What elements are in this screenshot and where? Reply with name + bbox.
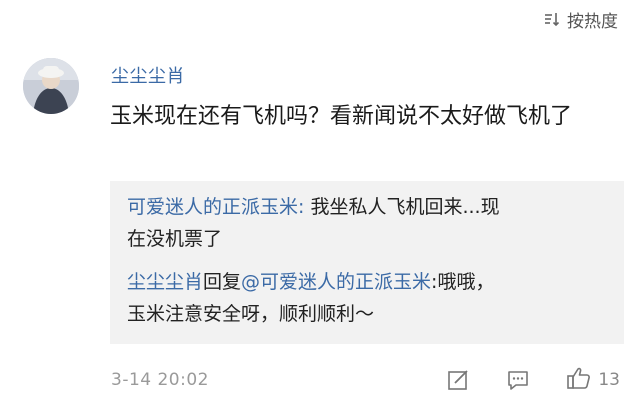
comment-username[interactable]: 尘尘尘肖 xyxy=(111,62,185,88)
reply-2-line-2: 玉米注意安全呀，顺利顺利～ xyxy=(127,298,612,330)
sort-by-hot-button[interactable]: 按热度 xyxy=(543,6,618,32)
reply-2-text-cont: 玉米注意安全呀，顺利顺利～ xyxy=(127,303,375,325)
comment-text: 玉米现在还有飞机吗？看新闻说不太好做飞机了 xyxy=(110,104,573,129)
comment-actions: 13 xyxy=(446,365,620,395)
reply-2-line-1: 尘尘尘肖回复@可爱迷人的正派玉米:哦哦， xyxy=(127,266,612,298)
reply-1-text: 我坐私人飞机回来...现 xyxy=(310,196,500,218)
like-count: 13 xyxy=(598,370,620,390)
comment-icon[interactable] xyxy=(506,368,530,392)
reply-1-line-1: 可爱迷人的正派玉米: 我坐私人飞机回来...现 xyxy=(127,191,612,223)
comment-footer: 3-14 20:02 13 xyxy=(111,365,620,395)
reply-2-reply-word: 回复 xyxy=(203,271,242,293)
edit-icon[interactable] xyxy=(446,368,470,392)
reply-1-text-cont: 在没机票了 xyxy=(127,228,223,250)
reply-2-author[interactable]: 尘尘尘肖 xyxy=(127,271,203,293)
avatar[interactable] xyxy=(23,58,79,114)
reply-1-author[interactable]: 可爱迷人的正派玉米 xyxy=(127,196,298,218)
replies-box[interactable]: 可爱迷人的正派玉米: 我坐私人飞机回来...现 在没机票了 尘尘尘肖回复@可爱迷… xyxy=(110,181,624,344)
comment-timestamp: 3-14 20:02 xyxy=(111,370,209,390)
like-button[interactable]: 13 xyxy=(566,365,620,395)
reply-1-line-2: 在没机票了 xyxy=(127,223,612,255)
reply-1-separator: : xyxy=(298,196,311,218)
sort-label: 按热度 xyxy=(567,11,618,32)
reply-2-text: :哦哦， xyxy=(431,271,495,293)
like-icon xyxy=(566,365,592,395)
sort-icon xyxy=(543,10,561,28)
reply-2-mention[interactable]: @可爱迷人的正派玉米 xyxy=(241,271,431,293)
